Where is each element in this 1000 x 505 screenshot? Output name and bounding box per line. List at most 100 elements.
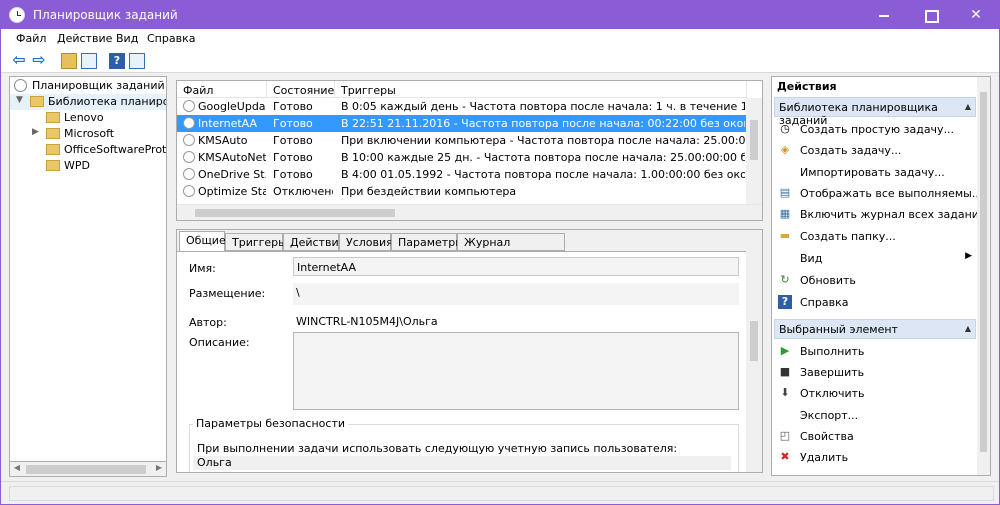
task-details-pane: Общие Триггеры Действия Условия Параметр… bbox=[176, 229, 763, 473]
description-field[interactable] bbox=[293, 332, 739, 410]
back-arrow-icon[interactable]: ⇦ bbox=[11, 52, 27, 69]
list-horizontal-scrollbar[interactable] bbox=[177, 204, 762, 220]
action-help[interactable]: ? Справка bbox=[772, 292, 978, 313]
tree-item-lenovo[interactable]: Lenovo bbox=[10, 110, 166, 126]
action-refresh[interactable]: ↻ Обновить bbox=[772, 270, 978, 291]
tab-history[interactable]: Журнал (отключен) bbox=[457, 233, 565, 262]
scrollbar-thumb[interactable] bbox=[750, 321, 758, 361]
tab-settings[interactable]: Параметры bbox=[391, 233, 464, 251]
properties-icon: ◰ bbox=[779, 429, 791, 442]
task-row[interactable]: OneDrive St... Готово В 4:00 01.05.1992 … bbox=[177, 166, 747, 183]
name-field[interactable]: InternetAA bbox=[293, 257, 739, 276]
list-icon: ▤ bbox=[779, 186, 791, 199]
task-row[interactable]: KMSAutoNet Готово В 10:00 каждые 25 дн. … bbox=[177, 149, 747, 166]
task-row-selected[interactable]: InternetAA Готово В 22:51 21.11.2016 - Ч… bbox=[177, 115, 747, 132]
tree-item-wpd[interactable]: WPD bbox=[10, 158, 166, 174]
task-row[interactable]: Optimize Sta... Отключено При бездействи… bbox=[177, 183, 747, 200]
description-label: Описание: bbox=[189, 336, 250, 349]
tree-item-officesoftwareprotect[interactable]: OfficeSoftwareProtect bbox=[10, 142, 166, 158]
task-icon bbox=[183, 185, 195, 197]
menu-file[interactable]: Файл bbox=[16, 32, 46, 45]
scroll-left-icon[interactable]: ◀ bbox=[11, 463, 23, 472]
maximize-button[interactable] bbox=[907, 1, 953, 29]
section-library-header[interactable]: Библиотека планировщика заданий ▲ bbox=[774, 97, 976, 127]
up-folder-icon[interactable] bbox=[61, 53, 77, 69]
folder-icon bbox=[30, 96, 44, 107]
tab-triggers[interactable]: Триггеры bbox=[225, 233, 287, 251]
clock-icon: ◷ bbox=[780, 122, 790, 135]
task-icon bbox=[183, 168, 195, 180]
title-bar: Планировщик заданий ✕ bbox=[1, 1, 999, 29]
tree-item-library[interactable]: ▼ Библиотека планировщ bbox=[10, 94, 166, 110]
tab-general[interactable]: Общие bbox=[179, 231, 226, 252]
minimize-button[interactable] bbox=[861, 1, 907, 29]
action-view[interactable]: Вид ▶ bbox=[772, 248, 978, 269]
tree-item-microsoft[interactable]: ▶ Microsoft bbox=[10, 126, 166, 142]
tab-conditions[interactable]: Условия bbox=[339, 233, 393, 251]
scrollbar-thumb[interactable] bbox=[195, 209, 395, 217]
scroll-right-icon[interactable]: ▶ bbox=[153, 463, 165, 472]
scrollbar-thumb[interactable] bbox=[26, 465, 146, 474]
collapse-up-icon[interactable]: ▲ bbox=[965, 324, 971, 333]
run-icon: ▶ bbox=[780, 344, 790, 357]
task-list: Файл Состояние Триггеры GoogleUpda... Го… bbox=[176, 80, 763, 221]
scrollbar-thumb[interactable] bbox=[750, 120, 758, 160]
menu-help[interactable]: Справка bbox=[147, 32, 195, 45]
task-icon bbox=[183, 117, 195, 129]
clock-icon bbox=[14, 79, 27, 92]
tab-actions[interactable]: Действия bbox=[283, 233, 345, 251]
menu-view[interactable]: Вид bbox=[116, 32, 138, 45]
details-vertical-scrollbar[interactable] bbox=[746, 251, 762, 472]
task-scheduler-window: Планировщик заданий ✕ Файл Действие Вид … bbox=[0, 0, 1000, 505]
show-hide-tree-icon[interactable] bbox=[81, 53, 97, 69]
help-icon[interactable]: ? bbox=[109, 53, 125, 69]
expand-chevron-icon[interactable]: ▼ bbox=[16, 95, 23, 105]
show-hide-actions-icon[interactable] bbox=[129, 53, 145, 69]
list-vertical-scrollbar[interactable] bbox=[746, 98, 762, 204]
task-row[interactable]: GoogleUpda... Готово В 0:05 каждый день … bbox=[177, 98, 747, 115]
folder-icon bbox=[46, 160, 60, 171]
action-enable-history[interactable]: ▦ Включить журнал всех заданий bbox=[772, 204, 986, 225]
action-import-task[interactable]: Импортировать задачу... bbox=[772, 162, 978, 183]
action-create-basic-task[interactable]: ◷ Создать простую задачу... bbox=[772, 119, 978, 140]
window-title: Планировщик заданий bbox=[33, 8, 178, 22]
log-icon: ▦ bbox=[779, 207, 791, 220]
action-export[interactable]: Экспорт... bbox=[772, 405, 978, 426]
task-icon bbox=[183, 151, 195, 163]
stop-icon: ■ bbox=[779, 365, 791, 378]
menu-action[interactable]: Действие bbox=[57, 32, 112, 45]
name-label: Имя: bbox=[189, 262, 216, 275]
task-row[interactable]: KMSAuto Готово При включении компьютера … bbox=[177, 132, 747, 149]
folder-icon bbox=[46, 128, 60, 139]
action-create-task[interactable]: ◈ Создать задачу... bbox=[772, 140, 978, 161]
action-end[interactable]: ■ Завершить bbox=[772, 362, 978, 383]
disable-icon: ⬇ bbox=[780, 386, 790, 399]
security-options-title: Параметры безопасности bbox=[193, 417, 349, 430]
tree-item-root[interactable]: Планировщик заданий (Ло bbox=[10, 78, 166, 94]
column-header-status[interactable]: Состояние bbox=[267, 81, 335, 98]
collapse-up-icon[interactable]: ▲ bbox=[965, 102, 971, 111]
scrollbar-thumb[interactable] bbox=[980, 92, 987, 452]
expand-chevron-icon[interactable]: ▶ bbox=[32, 127, 39, 137]
actions-vertical-scrollbar[interactable] bbox=[977, 77, 990, 475]
action-disable[interactable]: ⬇ Отключить bbox=[772, 383, 978, 404]
action-display-running[interactable]: ▤ Отображать все выполняемы... bbox=[772, 183, 983, 204]
action-run[interactable]: ▶ Выполнить bbox=[772, 341, 978, 362]
forward-arrow-icon[interactable]: ⇨ bbox=[31, 52, 47, 69]
tree-horizontal-scrollbar[interactable]: ◀ ▶ bbox=[9, 461, 167, 477]
close-button[interactable]: ✕ bbox=[953, 1, 999, 29]
toolbar: ⇦ ⇨ ? bbox=[1, 49, 999, 73]
general-tab-content: Имя: InternetAA Размещение: \ Автор: WIN… bbox=[177, 251, 747, 472]
folder-icon bbox=[46, 144, 60, 155]
section-selected-item-header[interactable]: Выбранный элемент ▲ bbox=[774, 319, 976, 339]
submenu-arrow-icon: ▶ bbox=[965, 251, 972, 261]
clock-icon bbox=[9, 7, 25, 23]
task-icon: ◈ bbox=[780, 143, 790, 156]
task-icon bbox=[183, 100, 195, 112]
action-properties[interactable]: ◰ Свойства bbox=[772, 426, 978, 447]
column-header-file[interactable]: Файл bbox=[177, 81, 267, 98]
action-delete[interactable]: ✖ Удалить bbox=[772, 447, 978, 468]
status-bar bbox=[1, 481, 999, 504]
action-new-folder[interactable]: ▬ Создать папку... bbox=[772, 226, 978, 247]
column-header-triggers[interactable]: Триггеры bbox=[335, 81, 747, 98]
